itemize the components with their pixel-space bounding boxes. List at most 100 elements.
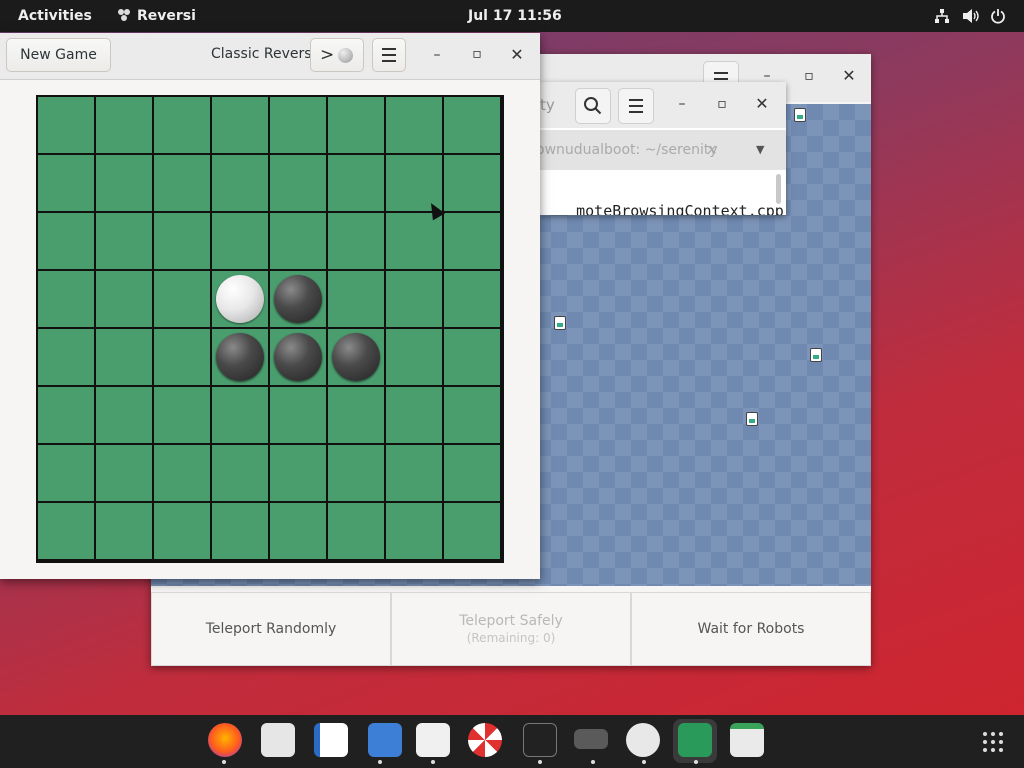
board-cell[interactable] <box>270 445 326 501</box>
board-cell[interactable] <box>444 213 500 269</box>
board-cell[interactable] <box>270 97 326 153</box>
board-cell[interactable] <box>328 445 384 501</box>
reversi-icon[interactable] <box>678 723 712 757</box>
board-cell[interactable] <box>328 503 384 559</box>
reversi-close-button[interactable]: ✕ <box>505 45 529 64</box>
reversi-menu-button[interactable] <box>372 38 406 72</box>
board-cell[interactable] <box>386 329 442 385</box>
board-cell[interactable] <box>270 155 326 211</box>
board-cell[interactable] <box>212 213 268 269</box>
robots-maximize-button[interactable]: ▫ <box>797 68 821 84</box>
board-cell[interactable] <box>154 271 210 327</box>
board-cell[interactable] <box>212 503 268 559</box>
board-cell[interactable] <box>386 213 442 269</box>
terminal-tab[interactable]: ownudualboot: ~/serenity × ▼ <box>540 130 786 170</box>
help-icon[interactable] <box>468 723 502 757</box>
board-cell[interactable] <box>38 387 94 443</box>
board-cell[interactable] <box>154 213 210 269</box>
board-cell[interactable] <box>328 387 384 443</box>
terminal-scrollbar[interactable] <box>776 174 781 204</box>
board-cell[interactable] <box>444 329 500 385</box>
board-cell[interactable] <box>96 445 152 501</box>
board-cell[interactable] <box>38 97 94 153</box>
board-cell[interactable] <box>38 503 94 559</box>
board-cell[interactable] <box>154 97 210 153</box>
board-cell[interactable] <box>96 387 152 443</box>
board-cell[interactable] <box>154 387 210 443</box>
robots-icon[interactable] <box>626 723 660 757</box>
board-cell[interactable] <box>328 213 384 269</box>
robots-close-button[interactable]: ✕ <box>837 66 861 85</box>
teleport-randomly-button[interactable]: Teleport Randomly <box>151 592 391 666</box>
board-cell[interactable] <box>212 387 268 443</box>
clock[interactable]: Jul 17 11:56 <box>468 0 562 32</box>
board-cell[interactable] <box>328 97 384 153</box>
terminal-output[interactable]: moteBrowsingContext.cpp.o <box>540 182 786 215</box>
board-cell[interactable] <box>212 445 268 501</box>
app-menu[interactable]: Reversi <box>117 0 196 32</box>
writer-icon[interactable] <box>314 723 348 757</box>
board-cell[interactable] <box>96 97 152 153</box>
trash-icon[interactable] <box>730 723 764 757</box>
terminal-tab-close-icon[interactable]: × <box>706 130 718 170</box>
reversi-minimize-button[interactable]: – <box>425 47 449 63</box>
board-cell[interactable] <box>386 271 442 327</box>
board-cell[interactable] <box>386 445 442 501</box>
board-cell[interactable] <box>328 271 384 327</box>
board-cell[interactable] <box>38 155 94 211</box>
terminal-maximize-button[interactable]: ▫ <box>710 96 734 112</box>
vim-icon[interactable] <box>574 729 608 749</box>
board-cell[interactable] <box>270 503 326 559</box>
firefox-icon[interactable] <box>208 723 242 757</box>
chevron-down-icon[interactable]: ▼ <box>756 130 764 170</box>
terminal-menu-button[interactable] <box>618 88 654 124</box>
new-game-button[interactable]: New Game <box>6 38 111 72</box>
teleport-safely-button[interactable]: Teleport Safely (Remaining: 0) <box>391 592 631 666</box>
board-cell[interactable] <box>270 329 326 385</box>
board-cell[interactable] <box>154 503 210 559</box>
turn-indicator-button[interactable]: > <box>310 38 364 72</box>
board-cell[interactable] <box>154 445 210 501</box>
board-cell[interactable] <box>212 329 268 385</box>
board-cell[interactable] <box>444 387 500 443</box>
text-editor-icon[interactable] <box>368 723 402 757</box>
board-cell[interactable] <box>96 503 152 559</box>
terminal-close-button[interactable]: ✕ <box>750 94 774 113</box>
board-cell[interactable] <box>154 155 210 211</box>
board-cell[interactable] <box>212 155 268 211</box>
board-cell[interactable] <box>38 329 94 385</box>
board-cell[interactable] <box>212 271 268 327</box>
board-cell[interactable] <box>96 155 152 211</box>
files-clock-icon[interactable] <box>261 723 295 757</box>
show-apps-icon[interactable] <box>982 731 1004 753</box>
board-cell[interactable] <box>270 213 326 269</box>
board-cell[interactable] <box>154 329 210 385</box>
board-cell[interactable] <box>444 97 500 153</box>
board-cell[interactable] <box>38 271 94 327</box>
board-cell[interactable] <box>38 445 94 501</box>
board-cell[interactable] <box>270 271 326 327</box>
board-cell[interactable] <box>444 445 500 501</box>
board-cell[interactable] <box>386 387 442 443</box>
terminal-icon[interactable] <box>523 723 557 757</box>
reversi-maximize-button[interactable]: ▫ <box>465 46 489 62</box>
board-cell[interactable] <box>444 503 500 559</box>
board-cell[interactable] <box>96 213 152 269</box>
board-cell[interactable] <box>328 155 384 211</box>
terminal-minimize-button[interactable]: – <box>670 96 694 112</box>
network-icon[interactable] <box>934 8 950 24</box>
terminal-search-button[interactable] <box>575 88 611 124</box>
activities-button[interactable]: Activities <box>18 0 92 32</box>
board-cell[interactable] <box>96 329 152 385</box>
board-cell[interactable] <box>444 271 500 327</box>
board-cell[interactable] <box>270 387 326 443</box>
board-cell[interactable] <box>96 271 152 327</box>
board-cell[interactable] <box>328 329 384 385</box>
power-icon[interactable] <box>990 8 1006 24</box>
volume-icon[interactable] <box>962 8 979 24</box>
wait-for-robots-button[interactable]: Wait for Robots <box>631 592 871 666</box>
board-cell[interactable] <box>444 155 500 211</box>
board-cell[interactable] <box>38 213 94 269</box>
board-cell[interactable] <box>212 97 268 153</box>
software-icon[interactable] <box>416 723 450 757</box>
